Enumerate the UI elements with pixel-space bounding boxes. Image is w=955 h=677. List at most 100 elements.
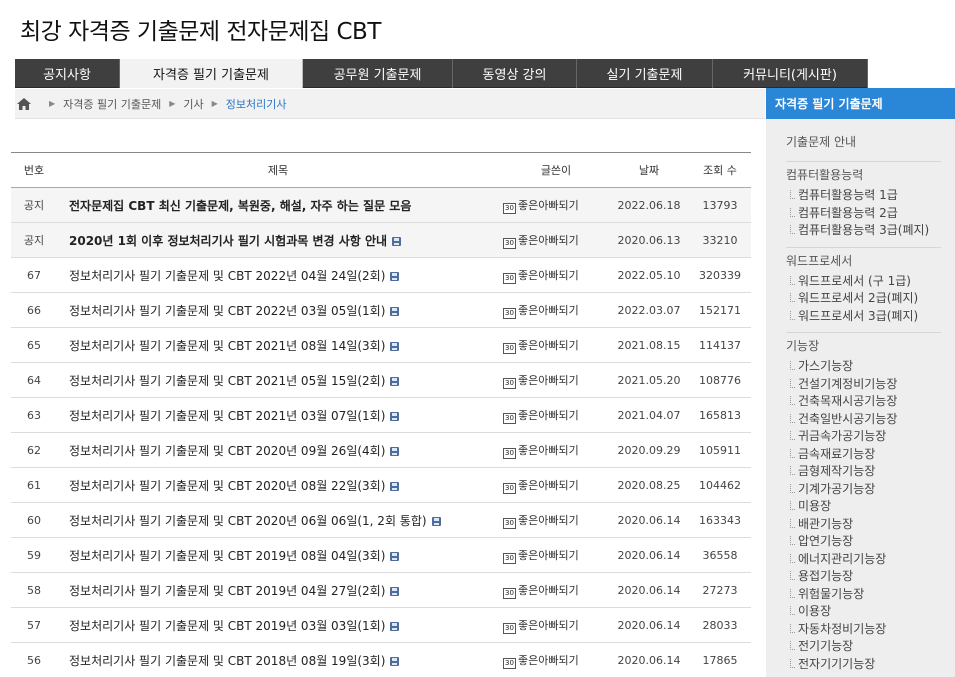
sidebar-item[interactable]: 귀금속가공기능장 (786, 428, 941, 446)
row-title-link[interactable]: 정보처리기사 필기 기출문제 및 CBT 2021년 03월 07일(1회) (69, 409, 385, 423)
row-writer[interactable]: 좋은아빠되기 (518, 269, 579, 282)
row-writer[interactable]: 좋은아빠되기 (518, 479, 579, 492)
row-views: 152171 (689, 292, 751, 328)
sidebar-item[interactable]: 압연기능장 (786, 533, 941, 551)
row-title-link[interactable]: 정보처리기사 필기 기출문제 및 CBT 2019년 03월 03일(1회) (69, 619, 385, 633)
sidebar-item[interactable]: 전자기기기능장 (786, 656, 941, 674)
table-row: 66 정보처리기사 필기 기출문제 및 CBT 2022년 03월 05일(1회)… (11, 292, 751, 328)
sidebar-item[interactable]: 위험물기능장 (786, 586, 941, 604)
table-row: 63 정보처리기사 필기 기출문제 및 CBT 2021년 03월 07일(1회)… (11, 397, 751, 433)
row-title-link[interactable]: 정보처리기사 필기 기출문제 및 CBT 2018년 08월 19일(3회) (69, 654, 385, 668)
row-title-link[interactable]: 정보처리기사 필기 기출문제 및 CBT 2020년 09월 26일(4회) (69, 444, 385, 458)
table-row: 60 정보처리기사 필기 기출문제 및 CBT 2020년 06월 06일(1, … (11, 502, 751, 538)
sidebar-item[interactable]: 기계가공기능장 (786, 481, 941, 499)
sidebar-item[interactable]: 전기기능장 (786, 638, 941, 656)
sidebar-item[interactable]: 용접기능장 (786, 568, 941, 586)
sidebar-item-guide[interactable]: 기출문제 안내 (786, 133, 941, 150)
row-title-link[interactable]: 정보처리기사 필기 기출문제 및 CBT 2020년 06월 06일(1, 2회… (69, 514, 427, 528)
sidebar-item[interactable]: 가스기능장 (786, 358, 941, 376)
table-row: 공지 2020년 1회 이후 정보처리기사 필기 시험과목 변경 사항 안내 30 좋… (11, 222, 751, 258)
breadcrumb-item-level[interactable]: 기사 (183, 96, 203, 112)
row-title-link[interactable]: 정보처리기사 필기 기출문제 및 CBT 2021년 05월 15일(2회) (69, 374, 385, 388)
row-writer[interactable]: 좋은아빠되기 (518, 339, 579, 352)
row-writer[interactable]: 좋은아빠되기 (518, 374, 579, 387)
breadcrumb-item-category[interactable]: 자격증 필기 기출문제 (63, 96, 161, 112)
nav-item[interactable]: 실기 기출문제 (577, 59, 713, 88)
sidebar-title[interactable]: 자격증 필기 기출문제 (766, 88, 955, 119)
row-writer[interactable]: 좋은아빠되기 (518, 619, 579, 632)
sidebar-group-title[interactable]: 기능장 (786, 337, 941, 354)
row-date: 2020.06.14 (609, 502, 689, 538)
nav-item[interactable]: 공지사항 (15, 59, 120, 88)
row-views: 108776 (689, 362, 751, 398)
row-title-cell: 전자문제집 CBT 최신 기출문제, 복원중, 해설, 자주 하는 질문 모음 (57, 187, 499, 223)
row-date: 2021.05.20 (609, 362, 689, 398)
sidebar-group-title[interactable]: 컴퓨터활용능력 (786, 166, 941, 183)
attachment-icon (390, 481, 400, 491)
sidebar-item[interactable]: 컴퓨터활용능력 3급(폐지) (786, 222, 941, 240)
sidebar-guide-group: 기출문제 안내 (786, 129, 941, 162)
sidebar-item[interactable]: 에너지관리기능장 (786, 551, 941, 569)
row-title-link[interactable]: 정보처리기사 필기 기출문제 및 CBT 2022년 03월 05일(1회) (69, 304, 385, 318)
row-writer[interactable]: 좋은아빠되기 (518, 549, 579, 562)
sidebar-item[interactable]: 금속재료기능장 (786, 446, 941, 464)
sidebar-group: 컴퓨터활용능력컴퓨터활용능력 1급 컴퓨터활용능력 2급 컴퓨터활용능력 3급(폐지… (786, 162, 941, 248)
site-title[interactable]: 최강 자격증 기출문제 전자문제집 CBT (20, 12, 381, 46)
level-badge-icon: 30 (503, 447, 516, 459)
row-number: 58 (11, 572, 57, 608)
row-title-link[interactable]: 전자문제집 CBT 최신 기출문제, 복원중, 해설, 자주 하는 질문 모음 (69, 199, 411, 213)
row-date: 2020.08.25 (609, 467, 689, 503)
sidebar-group-title[interactable]: 워드프로세서 (786, 252, 941, 269)
row-writer[interactable]: 좋은아빠되기 (518, 654, 579, 667)
row-title-link[interactable]: 정보처리기사 필기 기출문제 및 CBT 2019년 04월 27일(2회) (69, 584, 385, 598)
sidebar-item[interactable]: 건설기계정비기능장 (786, 376, 941, 394)
row-views: 13793 (689, 187, 751, 223)
row-writer[interactable]: 좋은아빠되기 (518, 234, 579, 247)
row-date: 2022.06.18 (609, 187, 689, 223)
sidebar-item[interactable]: 컴퓨터활용능력 1급 (786, 187, 941, 205)
sidebar-item[interactable]: 워드프로세서 (구 1급) (786, 273, 941, 291)
row-writer[interactable]: 좋은아빠되기 (518, 514, 579, 527)
row-writer-cell: 30 좋은아빠되기 (499, 362, 609, 398)
row-writer[interactable]: 좋은아빠되기 (518, 409, 579, 422)
header-date: 날짜 (609, 152, 689, 188)
attachment-icon (390, 446, 400, 456)
sidebar-group: 기능장가스기능장 건설기계정비기능장 건축목재시공기능장 건축일반시공기능장 귀금속가공… (786, 333, 941, 677)
nav-item[interactable]: 커뮤니티(게시판) (713, 59, 868, 88)
row-writer[interactable]: 좋은아빠되기 (518, 444, 579, 457)
nav-item[interactable]: 동영상 강의 (453, 59, 577, 88)
row-title-link[interactable]: 정보처리기사 필기 기출문제 및 CBT 2019년 08월 04일(3회) (69, 549, 385, 563)
sidebar-item[interactable]: 건축목재시공기능장 (786, 393, 941, 411)
sidebar-item[interactable]: 워드프로세서 2급(폐지) (786, 290, 941, 308)
sidebar-item[interactable]: 건축일반시공기능장 (786, 411, 941, 429)
row-title-link[interactable]: 정보처리기사 필기 기출문제 및 CBT 2021년 08월 14일(3회) (69, 339, 385, 353)
row-writer[interactable]: 좋은아빠되기 (518, 304, 579, 317)
row-date: 2022.03.07 (609, 292, 689, 328)
row-title-link[interactable]: 정보처리기사 필기 기출문제 및 CBT 2020년 08월 22일(3회) (69, 479, 385, 493)
row-title-link[interactable]: 정보처리기사 필기 기출문제 및 CBT 2022년 04월 24일(2회) (69, 269, 385, 283)
sidebar-item[interactable]: 배관기능장 (786, 516, 941, 534)
row-views: 105911 (689, 432, 751, 468)
sidebar-item[interactable]: 컴퓨터활용능력 2급 (786, 205, 941, 223)
nav-item[interactable]: 공무원 기출문제 (303, 59, 453, 88)
row-writer-cell: 30 좋은아빠되기 (499, 642, 609, 677)
sidebar-item[interactable]: 미용장 (786, 498, 941, 516)
breadcrumb-item-current[interactable]: 정보처리기사 (226, 96, 287, 112)
sidebar-item[interactable]: 자동차정비기능장 (786, 621, 941, 639)
table-row: 57 정보처리기사 필기 기출문제 및 CBT 2019년 03월 03일(1회)… (11, 607, 751, 643)
row-writer-cell: 30 좋은아빠되기 (499, 537, 609, 573)
table-row: 64 정보처리기사 필기 기출문제 및 CBT 2021년 05월 15일(2회)… (11, 362, 751, 398)
level-badge-icon: 30 (503, 237, 516, 249)
home-icon[interactable] (17, 97, 31, 110)
nav-item[interactable]: 자격증 필기 기출문제 (120, 59, 303, 88)
row-views: 27273 (689, 572, 751, 608)
sidebar-item[interactable]: 워드프로세서 3급(폐지) (786, 308, 941, 326)
attachment-icon (390, 271, 400, 281)
sidebar-item[interactable]: 금형제작기능장 (786, 463, 941, 481)
row-writer[interactable]: 좋은아빠되기 (518, 199, 579, 212)
row-writer-cell: 30 좋은아빠되기 (499, 432, 609, 468)
row-title-link[interactable]: 2020년 1회 이후 정보처리기사 필기 시험과목 변경 사항 안내 (69, 234, 387, 248)
row-writer[interactable]: 좋은아빠되기 (518, 584, 579, 597)
row-number: 65 (11, 327, 57, 363)
sidebar-item[interactable]: 이용장 (786, 603, 941, 621)
